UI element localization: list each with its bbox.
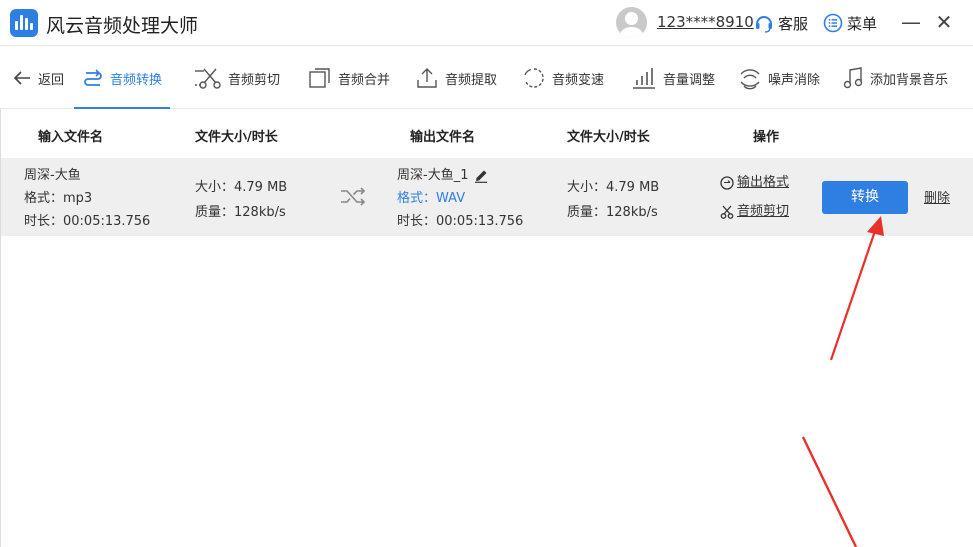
menu-label: 菜单 [847, 14, 878, 33]
tab-label: 噪声消除 [768, 72, 821, 88]
output-file-name[interactable]: 周深-大鱼_1 [397, 164, 468, 187]
input-file-quality: 质量：128kb/s [195, 205, 286, 220]
tab-audio-speed[interactable]: 音频变速 [522, 47, 604, 109]
input-file-format: 格式：mp3 [24, 191, 93, 206]
audio-cut-link[interactable]: 音频剪切 [720, 200, 789, 223]
red-arrow-lower [801, 436, 858, 547]
customer-service-label: 客服 [778, 14, 809, 33]
convert-icon [84, 69, 102, 86]
app-logo-icon [10, 9, 38, 37]
audio-cut-label: 音频剪切 [737, 204, 790, 219]
edit-pencil-icon[interactable] [474, 169, 488, 183]
red-arrow-upper [829, 216, 884, 361]
output-file-size-info: 大小：4.79 MB 质量：128kb/s [567, 175, 659, 225]
column-header-output-name: 输出文件名 [410, 130, 476, 145]
avatar[interactable] [616, 7, 647, 38]
output-file-info: 周深-大鱼_1 格式：WAV 时长：00:05:13.756 [397, 164, 523, 233]
output-format-link[interactable]: 输出格式 [720, 171, 789, 194]
tab-label: 音频合并 [338, 72, 391, 88]
tab-audio-convert[interactable]: 音频转换 [74, 47, 171, 109]
column-header-action: 操作 [753, 130, 780, 145]
output-file-duration: 时长：00:05:13.756 [397, 214, 524, 229]
noise-icon [740, 69, 760, 90]
tab-add-background-music[interactable]: 添加背景音乐 [842, 47, 948, 109]
column-header-input-name: 输入文件名 [38, 130, 104, 145]
tab-label: 音频转换 [110, 72, 163, 88]
tab-label: 音频剪切 [228, 72, 281, 88]
back-label: 返回 [38, 72, 65, 88]
back-button[interactable]: 返回 [12, 47, 64, 109]
tab-audio-extract[interactable]: 音频提取 [415, 47, 497, 109]
tab-audio-cut[interactable]: 音频剪切 [194, 47, 280, 109]
shuffle-icon [341, 187, 366, 206]
tab-volume-adjust[interactable]: 音量调整 [631, 47, 715, 109]
account-link[interactable]: 123****8910 [657, 13, 754, 31]
customer-service-button[interactable]: 客服 [754, 11, 808, 35]
window-border [0, 109, 1, 547]
tab-label: 添加背景音乐 [870, 72, 949, 88]
app-title: 风云音频处理大师 [46, 15, 199, 37]
close-button[interactable]: ✕ [932, 10, 956, 34]
table-row: 周深-大鱼 格式：mp3 时长：00:05:13.756 大小：4.79 MB … [0, 158, 973, 236]
output-file-quality: 质量：128kb/s [567, 205, 658, 220]
output-format-label: 输出格式 [737, 175, 790, 190]
title-bar: 风云音频处理大师 123****8910 客服 菜单 — ✕ [0, 0, 973, 46]
input-file-size: 大小：4.79 MB [195, 180, 288, 195]
output-file-format[interactable]: 格式：WAV [397, 187, 523, 210]
column-header-output-size: 文件大小/时长 [567, 130, 650, 145]
tab-label: 音量调整 [663, 72, 716, 88]
output-file-size: 大小：4.79 MB [567, 180, 660, 195]
convert-button[interactable]: 转换 [822, 181, 908, 214]
cut-icon [195, 68, 221, 89]
headset-icon [756, 16, 772, 33]
table-header: 输入文件名 文件大小/时长 输出文件名 文件大小/时长 操作 [0, 110, 973, 158]
minimize-button[interactable]: — [899, 10, 923, 34]
scissors-icon [720, 205, 734, 219]
menu-button[interactable]: 菜单 [823, 11, 877, 35]
tab-noise-removal[interactable]: 噪声消除 [738, 47, 820, 109]
back-arrow-icon [13, 71, 30, 85]
input-file-name: 周深-大鱼 [24, 168, 81, 183]
speed-icon [524, 68, 544, 88]
input-file-size-info: 大小：4.79 MB 质量：128kb/s [195, 175, 287, 225]
input-file-duration: 时长：00:05:13.756 [24, 214, 151, 229]
menu-icon [823, 13, 843, 33]
input-file-info: 周深-大鱼 格式：mp3 时长：00:05:13.756 [24, 164, 150, 233]
merge-icon [309, 68, 330, 88]
tab-label: 音频变速 [552, 72, 605, 88]
tab-audio-merge[interactable]: 音频合并 [308, 47, 390, 109]
tab-label: 音频提取 [445, 72, 498, 88]
settings-circle-icon [720, 175, 734, 190]
delete-link[interactable]: 删除 [924, 187, 950, 210]
toolbar: 返回 音频转换 音频剪切 音频合并 音频提取 音频变速 音量调整 噪声消除 添加… [0, 47, 973, 109]
extract-icon [417, 68, 437, 88]
music-note-icon [843, 67, 863, 89]
volume-bars-icon [633, 68, 655, 89]
column-header-input-size: 文件大小/时长 [195, 130, 278, 145]
